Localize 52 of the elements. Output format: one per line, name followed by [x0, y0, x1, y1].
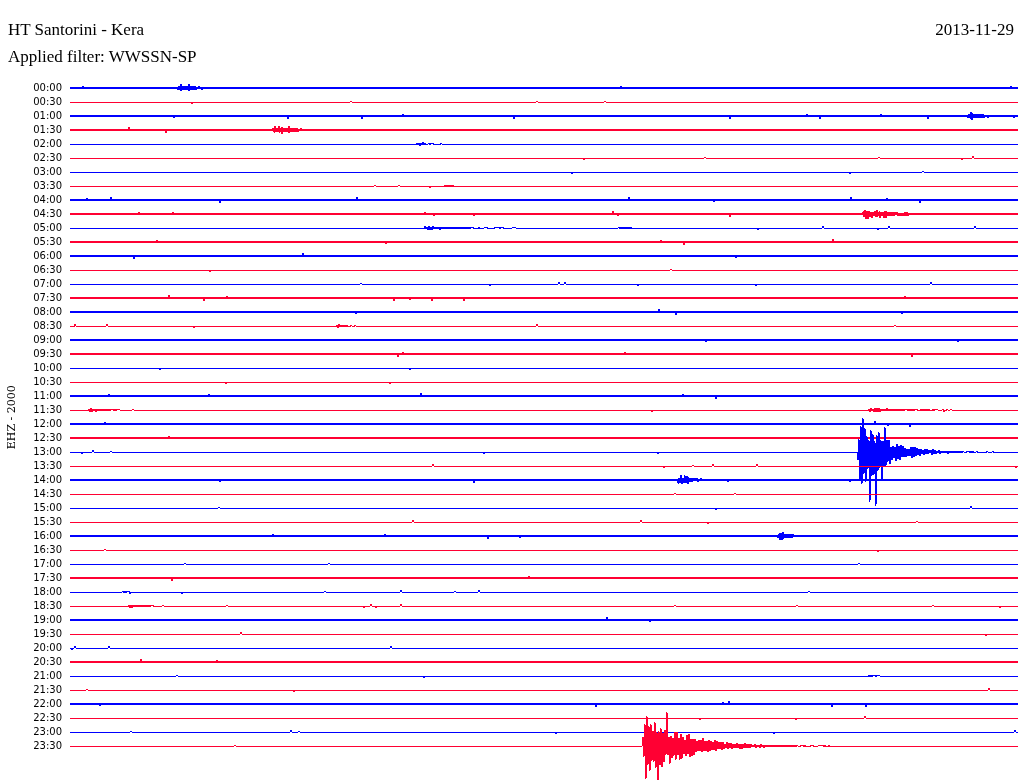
filter-label: Applied filter: WWSSN-SP: [8, 46, 197, 69]
time-label: 09:30: [33, 347, 62, 361]
time-label: 23:30: [33, 739, 62, 753]
time-label: 21:00: [33, 669, 62, 683]
time-label: 01:00: [33, 109, 62, 123]
time-label: 12:00: [33, 417, 62, 431]
time-label: 14:30: [33, 487, 62, 501]
time-label: 05:00: [33, 221, 62, 235]
plot-title: HT Santorini - Kera: [8, 18, 145, 41]
time-label: 06:00: [33, 249, 62, 263]
plot-date: 2013-11-29: [935, 18, 1015, 41]
time-label: 04:00: [33, 193, 62, 207]
time-label: 16:30: [33, 543, 62, 557]
time-label: 13:30: [33, 459, 62, 473]
time-label: 07:30: [33, 291, 62, 305]
time-label: 17:00: [33, 557, 62, 571]
time-label: 08:00: [33, 305, 62, 319]
time-label: 10:30: [33, 375, 62, 389]
time-label: 11:30: [33, 403, 62, 417]
time-label: 14:00: [33, 473, 62, 487]
time-label: 19:00: [33, 613, 62, 627]
time-label: 16:00: [33, 529, 62, 543]
time-label: 11:00: [33, 389, 62, 403]
channel-label: EHZ - 2000: [3, 385, 19, 449]
time-label: 03:00: [33, 165, 62, 179]
time-label: 18:00: [33, 585, 62, 599]
time-label: 22:00: [33, 697, 62, 711]
time-label: 18:30: [33, 599, 62, 613]
time-label: 06:30: [33, 263, 62, 277]
time-label: 09:00: [33, 333, 62, 347]
time-label: 12:30: [33, 431, 62, 445]
time-label: 05:30: [33, 235, 62, 249]
time-label: 23:00: [33, 725, 62, 739]
time-label: 13:00: [33, 445, 62, 459]
time-label: 20:30: [33, 655, 62, 669]
time-label: 02:30: [33, 151, 62, 165]
time-label: 22:30: [33, 711, 62, 725]
time-label: 03:30: [33, 179, 62, 193]
time-label: 00:30: [33, 95, 62, 109]
time-label: 02:00: [33, 137, 62, 151]
time-label: 15:30: [33, 515, 62, 529]
time-label: 21:30: [33, 683, 62, 697]
time-label: 07:00: [33, 277, 62, 291]
time-label: 17:30: [33, 571, 62, 585]
time-label: 01:30: [33, 123, 62, 137]
time-label: 08:30: [33, 319, 62, 333]
time-label: 20:00: [33, 641, 62, 655]
time-label: 19:30: [33, 627, 62, 641]
time-label: 04:30: [33, 207, 62, 221]
time-label: 15:00: [33, 501, 62, 515]
time-label: 00:00: [33, 81, 62, 95]
time-label: 10:00: [33, 361, 62, 375]
